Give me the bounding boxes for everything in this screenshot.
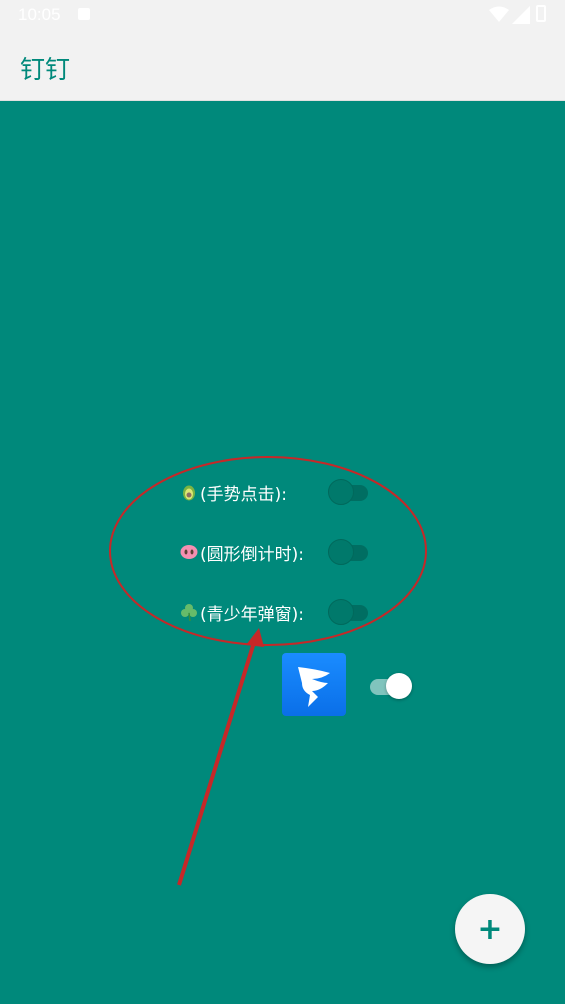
toggle-row-gesture-click: (手势点击): (180, 477, 287, 507)
notification-icon (78, 8, 90, 20)
switch-thumb (328, 539, 354, 565)
circle-countdown-switch[interactable] (328, 537, 370, 567)
toggle-row-teen-popup: (青少年弹窗): (180, 597, 304, 627)
annotation-arrow-head (246, 628, 264, 647)
status-bar: 10:05 (0, 0, 565, 30)
toggle-label: (圆形倒计时): (200, 544, 304, 565)
switch-thumb (328, 479, 354, 505)
battery-icon (536, 5, 546, 22)
status-time: 10:05 (18, 5, 61, 24)
app-bar: 钉钉 (0, 30, 565, 101)
wifi-icon (489, 6, 509, 22)
dingtalk-logo-icon (282, 653, 346, 716)
shamrock-icon (181, 604, 197, 621)
dingtalk-wing-icon (298, 667, 330, 707)
signal-icon (512, 6, 530, 24)
main-content: (手势点击): (圆形倒计时): (青少年弹窗): + (0, 101, 565, 1004)
annotation-arrow-line (177, 635, 258, 886)
switch-thumb (328, 599, 354, 625)
plus-icon: + (477, 911, 503, 947)
dingtalk-app-switch[interactable] (370, 671, 412, 701)
toggle-label: (手势点击): (200, 484, 287, 505)
pig-nose-icon (180, 545, 198, 559)
add-button[interactable]: + (455, 894, 525, 964)
toggle-row-circle-countdown: (圆形倒计时): (180, 537, 304, 567)
gesture-click-switch[interactable] (328, 477, 370, 507)
toggle-label: (青少年弹窗): (200, 604, 304, 625)
switch-thumb (386, 673, 412, 699)
avocado-icon (183, 485, 195, 501)
page-title: 钉钉 (20, 55, 71, 84)
teen-popup-switch[interactable] (328, 597, 370, 627)
